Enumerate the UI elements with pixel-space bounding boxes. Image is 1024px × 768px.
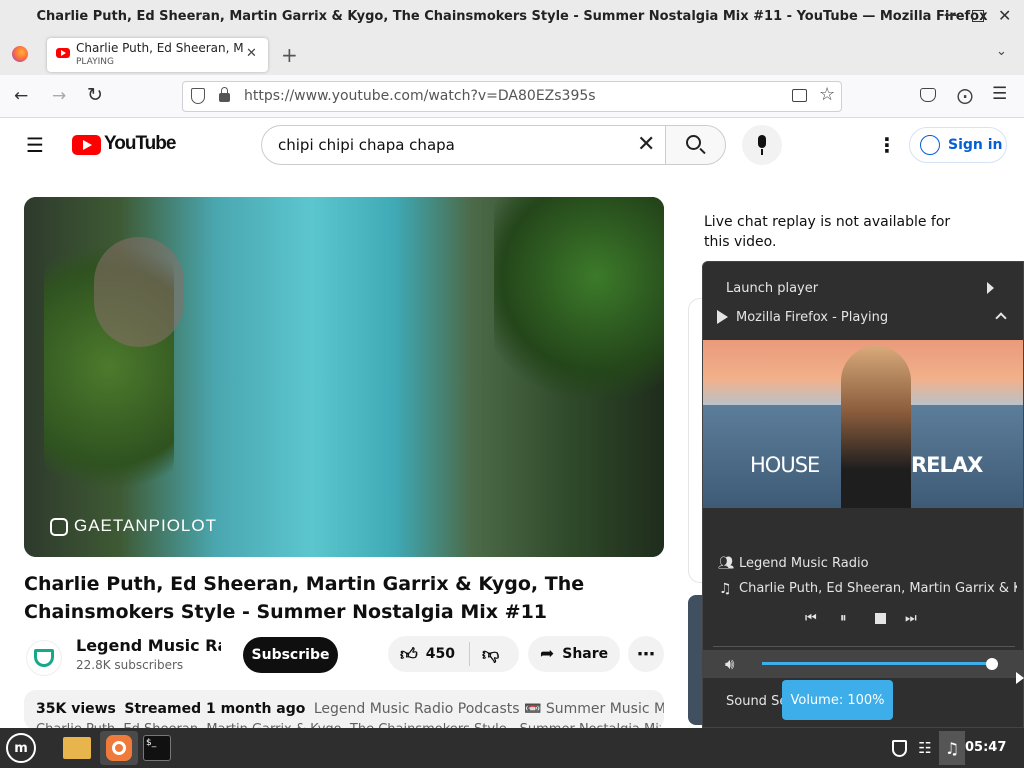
sign-in-label: Sign in (948, 137, 1003, 153)
sign-in-button[interactable]: Sign in (909, 127, 1007, 163)
channel-avatar[interactable] (26, 640, 62, 676)
mint-menu-icon[interactable]: m (4, 731, 38, 765)
youtube-favicon-icon (56, 48, 70, 58)
search-box[interactable]: chipi chipi chapa chapa ✕ (261, 125, 666, 165)
pocket-icon[interactable] (920, 88, 936, 102)
app-menu-icon[interactable]: ☰ (992, 84, 1007, 104)
description-box[interactable]: 35K views Streamed 1 month ago Legend Mu… (24, 690, 664, 730)
tab-title: Charlie Puth, Ed Sheeran, M (76, 41, 244, 55)
play-state-icon (717, 310, 728, 324)
reload-icon[interactable]: ↻ (87, 85, 103, 105)
youtube-logo-text[interactable]: YouTube (104, 133, 176, 155)
guide-menu-icon[interactable]: ☰ (26, 133, 44, 157)
browser-tab[interactable]: Charlie Puth, Ed Sheeran, M PLAYING ✕ (47, 38, 268, 72)
artist-icon: 👥︎ (718, 556, 735, 571)
album-art: HOUSE RELAX (703, 340, 1023, 508)
url-text[interactable]: https://www.youtube.com/watch?v=DA80EZs3… (244, 88, 596, 104)
firefox-taskbar-icon[interactable] (100, 731, 138, 765)
subscribe-button[interactable]: Subscribe (243, 637, 338, 673)
subscriber-count: 22.8K subscribers (76, 658, 184, 672)
video-watermark: GAETANPIOLOT (74, 516, 217, 535)
channel-name[interactable]: Legend Music Radic (76, 636, 221, 655)
video-title: Charlie Puth, Ed Sheeran, Martin Garrix … (24, 573, 585, 623)
tab-playing-status: PLAYING (76, 57, 114, 67)
volume-tooltip: Volume: 100% (782, 680, 893, 720)
url-bar[interactable]: https://www.youtube.com/watch?v=DA80EZs3… (182, 81, 842, 112)
share-label: Share (562, 646, 609, 662)
firefox-view-icon[interactable] (12, 46, 28, 62)
back-icon[interactable]: ← (14, 86, 28, 106)
youtube-logo-icon[interactable] (72, 135, 101, 155)
bookmark-star-icon[interactable]: ☆ (819, 84, 835, 105)
speaker-icon[interactable]: 🔊︎ (725, 655, 734, 673)
stream-date: Streamed 1 month ago (124, 701, 306, 717)
files-icon[interactable] (60, 731, 94, 765)
album-art-text-left: HOUSE (750, 453, 820, 477)
submenu-arrow-icon[interactable] (987, 282, 994, 294)
search-button[interactable] (665, 125, 726, 165)
view-count: 35K views (36, 701, 116, 717)
next-track-icon[interactable]: ⏭︎ (905, 611, 917, 626)
album-art-text-right: RELAX (911, 453, 983, 477)
more-actions-icon[interactable]: ⋯ (628, 636, 664, 672)
terminal-icon[interactable]: $_ (140, 731, 174, 765)
tracking-protection-shield-icon[interactable] (191, 88, 205, 104)
clock[interactable]: 05:47 (965, 728, 1006, 768)
track-title: Charlie Puth, Ed Sheeran, Martin Garrix … (739, 581, 1017, 596)
share-button[interactable]: ➦ Share (528, 636, 620, 672)
new-tab-icon[interactable]: + (281, 43, 298, 67)
mouse-cursor-icon (1016, 672, 1024, 684)
previous-track-icon[interactable]: ⏮︎ (805, 611, 817, 626)
description-text: Legend Music Radio Podcasts 📼 Summer Mus… (313, 701, 664, 717)
picture-in-picture-icon[interactable] (792, 89, 807, 102)
settings-more-icon[interactable]: ⋮ (877, 133, 897, 157)
instagram-icon (50, 518, 68, 536)
sound-settings-item[interactable]: Sound Se (726, 694, 787, 709)
account-icon (920, 135, 940, 155)
like-dislike-group: 👍︎ 450 👎︎ (388, 636, 519, 672)
like-icon[interactable]: 👍︎ (400, 644, 418, 665)
close-window-icon[interactable]: ✕ (998, 6, 1011, 25)
list-all-tabs-icon[interactable]: ⌄ (996, 44, 1007, 59)
update-manager-shield-icon[interactable] (887, 731, 911, 765)
artist-name: Legend Music Radio (739, 556, 869, 571)
launch-player-item[interactable]: Launch player (726, 281, 818, 296)
volume-slider-fill (762, 662, 992, 665)
stop-icon[interactable] (875, 613, 886, 624)
forward-icon[interactable]: → (52, 86, 66, 106)
voice-search-button[interactable] (742, 125, 782, 165)
volume-slider-handle[interactable] (986, 658, 998, 670)
player-name[interactable]: Mozilla Firefox - Playing (736, 310, 888, 325)
track-icon: ♫ (719, 581, 732, 597)
subscribe-label: Subscribe (251, 647, 330, 663)
search-icon (686, 135, 701, 150)
microphone-icon (758, 135, 766, 148)
video-player[interactable]: GAETANPIOLOT (24, 197, 664, 557)
sound-applet-icon[interactable]: ♫ (939, 731, 965, 765)
share-icon: ➦ (540, 644, 555, 664)
window-titlebar: Charlie Puth, Ed Sheeran, Martin Garrix … (0, 0, 1024, 33)
search-input[interactable]: chipi chipi chapa chapa (278, 136, 455, 154)
extensions-icon[interactable]: ⨀ (957, 86, 973, 105)
pause-icon[interactable]: ⏸︎ (840, 611, 847, 626)
clear-search-icon[interactable]: ✕ (637, 132, 655, 157)
live-chat-message: Live chat replay is not available for th… (704, 214, 951, 250)
maximize-icon[interactable] (972, 10, 984, 22)
collapse-chevron-icon[interactable] (995, 312, 1007, 324)
tab-close-icon[interactable]: ✕ (246, 46, 257, 61)
network-icon[interactable]: ☷ (913, 731, 937, 765)
window-title: Charlie Puth, Ed Sheeran, Martin Garrix … (36, 9, 988, 24)
like-count[interactable]: 450 (426, 646, 455, 662)
dislike-icon[interactable]: 👎︎ (482, 644, 499, 665)
minimize-icon[interactable]: — (944, 8, 957, 23)
